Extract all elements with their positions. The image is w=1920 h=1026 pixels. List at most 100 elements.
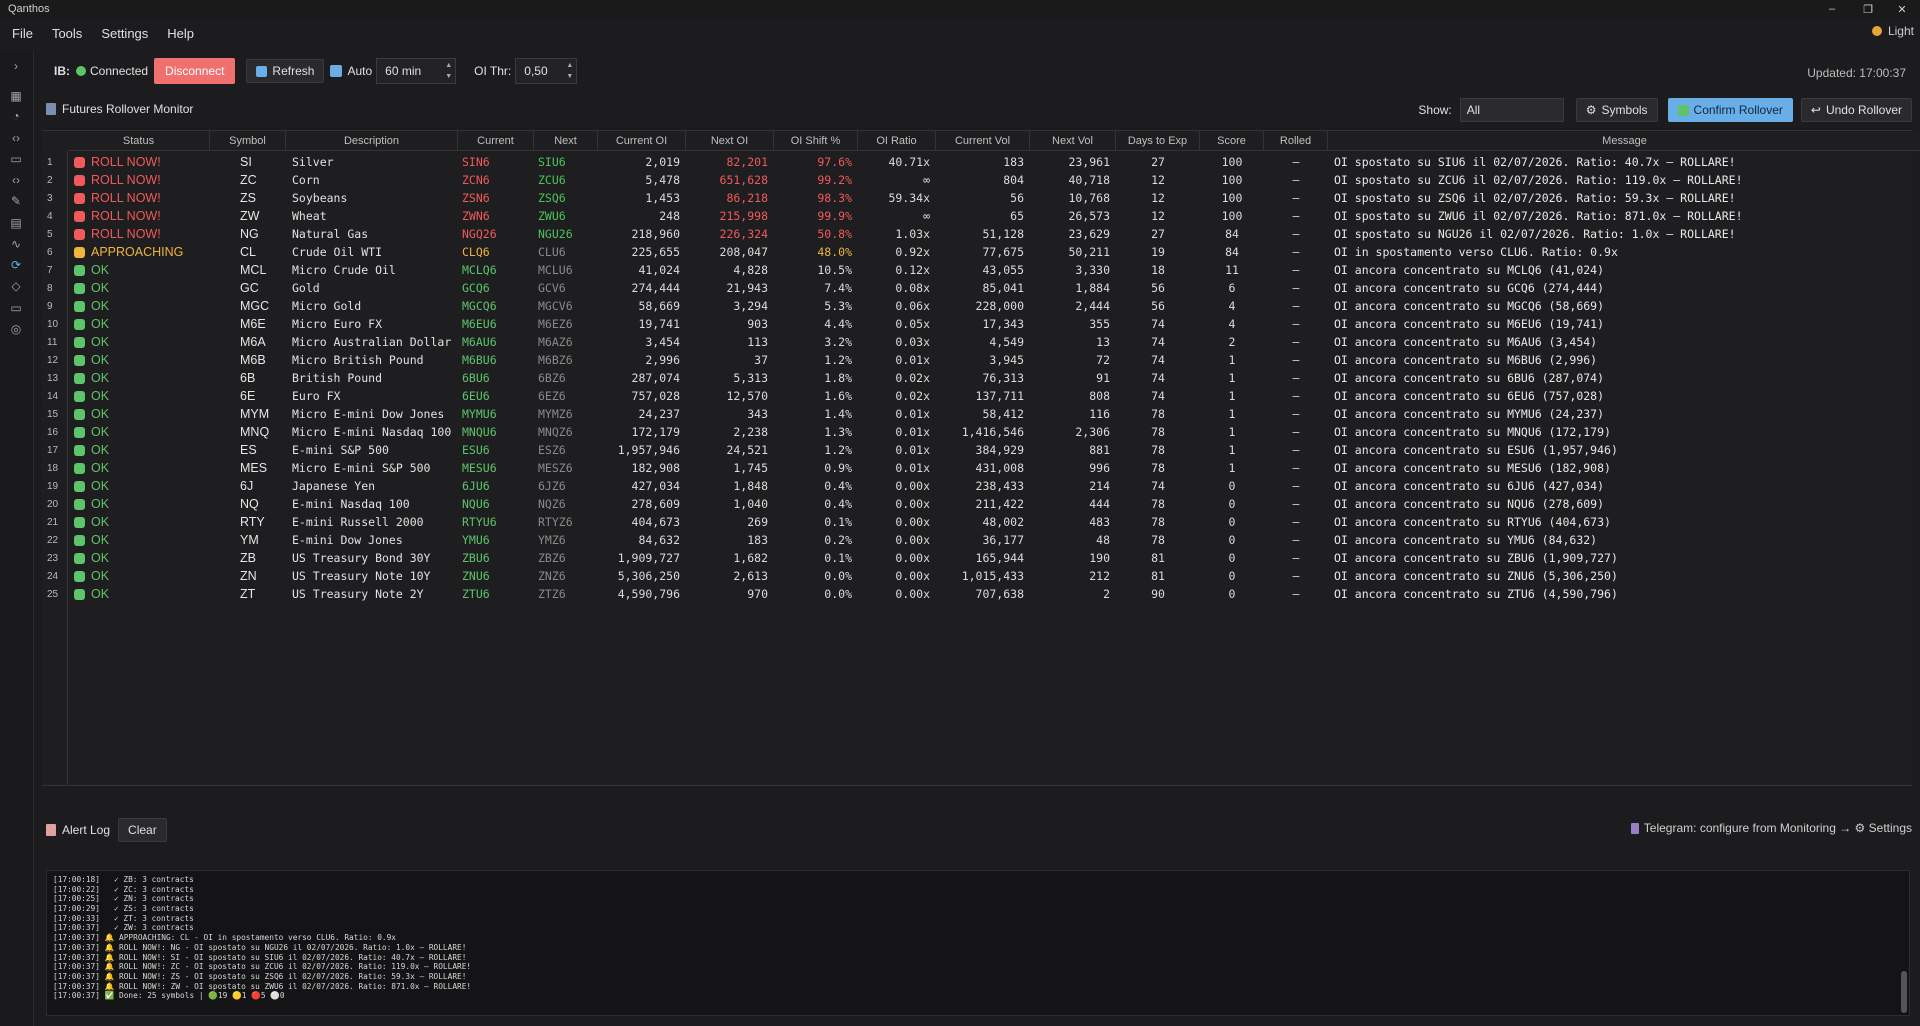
cell-status[interactable]: ROLL NOW! [68, 153, 210, 171]
cell-current-oi[interactable]: 757,028 [598, 387, 686, 405]
cell-next[interactable]: ZCU6 [534, 171, 598, 189]
cell-status[interactable]: OK [68, 423, 210, 441]
cell-next-oi[interactable]: 21,943 [686, 279, 774, 297]
cell-current-vol[interactable]: 707,638 [936, 585, 1030, 603]
cell-message[interactable]: OI ancora concentrato su ZNU6 (5,306,250… [1328, 567, 1920, 585]
cell-message[interactable]: OI ancora concentrato su ZBU6 (1,909,727… [1328, 549, 1920, 567]
cell-days-to-exp[interactable]: 74 [1116, 387, 1200, 405]
cell-current-vol[interactable]: 431,008 [936, 459, 1030, 477]
cell-description[interactable]: E-mini Russell 2000 [286, 513, 458, 531]
cell-status[interactable]: OK [68, 585, 210, 603]
cell-description[interactable]: Micro British Pound [286, 351, 458, 369]
cell-current[interactable]: CLQ6 [458, 243, 534, 261]
cell-score[interactable]: 0 [1200, 495, 1264, 513]
cell-next-vol[interactable]: 214 [1030, 477, 1116, 495]
cell-description[interactable]: US Treasury Note 2Y [286, 585, 458, 603]
cell-oi-shift[interactable]: 1.2% [774, 351, 858, 369]
menu-help[interactable]: Help [160, 26, 201, 41]
cell-current-oi[interactable]: 427,034 [598, 477, 686, 495]
cell-oi-ratio[interactable]: 0.12x [858, 261, 936, 279]
cell-current[interactable]: 6EU6 [458, 387, 534, 405]
cell-message[interactable]: OI ancora concentrato su M6EU6 (19,741) [1328, 315, 1920, 333]
cell-description[interactable]: E-mini Nasdaq 100 [286, 495, 458, 513]
cell-symbol[interactable]: MGC [210, 297, 286, 315]
cell-message[interactable]: OI ancora concentrato su MNQU6 (172,179) [1328, 423, 1920, 441]
cell-score[interactable]: 84 [1200, 225, 1264, 243]
cell-days-to-exp[interactable]: 78 [1116, 495, 1200, 513]
cell-next[interactable]: MGCV6 [534, 297, 598, 315]
cell-next-vol[interactable]: 23,961 [1030, 153, 1116, 171]
cell-status[interactable]: OK [68, 387, 210, 405]
cell-description[interactable]: Wheat [286, 207, 458, 225]
cell-current[interactable]: ZWN6 [458, 207, 534, 225]
cell-rolled[interactable]: – [1264, 531, 1328, 549]
cell-next-oi[interactable]: 86,218 [686, 189, 774, 207]
cell-oi-shift[interactable]: 98.3% [774, 189, 858, 207]
cell-rolled[interactable]: – [1264, 459, 1328, 477]
cell-next-vol[interactable]: 91 [1030, 369, 1116, 387]
cell-rolled[interactable]: – [1264, 225, 1328, 243]
cell-current[interactable]: 6BU6 [458, 369, 534, 387]
col-next-vol-header[interactable]: Next Vol [1030, 131, 1116, 151]
cell-description[interactable]: Silver [286, 153, 458, 171]
cell-oi-shift[interactable]: 0.0% [774, 567, 858, 585]
cell-next-vol[interactable]: 2 [1030, 585, 1116, 603]
cell-status[interactable]: OK [68, 513, 210, 531]
cell-rolled[interactable]: – [1264, 279, 1328, 297]
cell-rolled[interactable]: – [1264, 387, 1328, 405]
cell-message[interactable]: OI ancora concentrato su M6BU6 (2,996) [1328, 351, 1920, 369]
cell-symbol[interactable]: M6E [210, 315, 286, 333]
cell-description[interactable]: US Treasury Bond 30Y [286, 549, 458, 567]
cell-oi-shift[interactable]: 10.5% [774, 261, 858, 279]
cell-description[interactable]: Micro Crude Oil [286, 261, 458, 279]
cell-next[interactable]: ZNZ6 [534, 567, 598, 585]
cell-current[interactable]: MNQU6 [458, 423, 534, 441]
cell-next-vol[interactable]: 2,444 [1030, 297, 1116, 315]
cell-current[interactable]: M6EU6 [458, 315, 534, 333]
cell-next[interactable]: M6BZ6 [534, 351, 598, 369]
cell-days-to-exp[interactable]: 78 [1116, 441, 1200, 459]
cell-next-oi[interactable]: 1,848 [686, 477, 774, 495]
cell-rolled[interactable]: – [1264, 243, 1328, 261]
cell-oi-shift[interactable]: 0.4% [774, 477, 858, 495]
cell-next-vol[interactable]: 72 [1030, 351, 1116, 369]
cell-status[interactable]: OK [68, 297, 210, 315]
cell-symbol[interactable]: MES [210, 459, 286, 477]
col-days-to-exp-header[interactable]: Days to Exp [1116, 131, 1200, 151]
cell-description[interactable]: Micro E-mini Nasdaq 100 [286, 423, 458, 441]
cell-oi-shift[interactable]: 0.1% [774, 549, 858, 567]
menu-settings[interactable]: Settings [94, 26, 155, 41]
cell-next-vol[interactable]: 881 [1030, 441, 1116, 459]
cell-oi-ratio[interactable]: 0.92x [858, 243, 936, 261]
cell-next[interactable]: YMZ6 [534, 531, 598, 549]
cell-current-vol[interactable]: 56 [936, 189, 1030, 207]
cell-next-oi[interactable]: 1,682 [686, 549, 774, 567]
pie-chart-icon[interactable]: ◔ [8, 108, 24, 124]
cell-next-oi[interactable]: 183 [686, 531, 774, 549]
col-status-header[interactable]: Status [68, 131, 210, 151]
cell-current-oi[interactable]: 1,453 [598, 189, 686, 207]
cell-oi-shift[interactable]: 1.3% [774, 423, 858, 441]
cell-symbol[interactable]: GC [210, 279, 286, 297]
cell-rolled[interactable]: – [1264, 549, 1328, 567]
cell-next-oi[interactable]: 113 [686, 333, 774, 351]
cell-score[interactable]: 0 [1200, 585, 1264, 603]
cell-next-oi[interactable]: 215,998 [686, 207, 774, 225]
cell-oi-ratio[interactable]: 0.01x [858, 423, 936, 441]
cell-status[interactable]: OK [68, 315, 210, 333]
cell-current-oi[interactable]: 287,074 [598, 369, 686, 387]
cell-rolled[interactable]: – [1264, 207, 1328, 225]
cell-status[interactable]: OK [68, 405, 210, 423]
chat-icon[interactable]: ▭ [8, 151, 24, 167]
cell-score[interactable]: 0 [1200, 531, 1264, 549]
clear-button[interactable]: Clear [118, 818, 167, 842]
cell-current-oi[interactable]: 24,237 [598, 405, 686, 423]
cell-symbol[interactable]: MYM [210, 405, 286, 423]
cell-rolled[interactable]: – [1264, 189, 1328, 207]
cell-status[interactable]: OK [68, 549, 210, 567]
cell-current-oi[interactable]: 172,179 [598, 423, 686, 441]
cell-oi-ratio[interactable]: 0.01x [858, 459, 936, 477]
cell-symbol[interactable]: ZT [210, 585, 286, 603]
cell-next-vol[interactable]: 3,330 [1030, 261, 1116, 279]
minimize-icon[interactable]: – [1818, 0, 1846, 18]
